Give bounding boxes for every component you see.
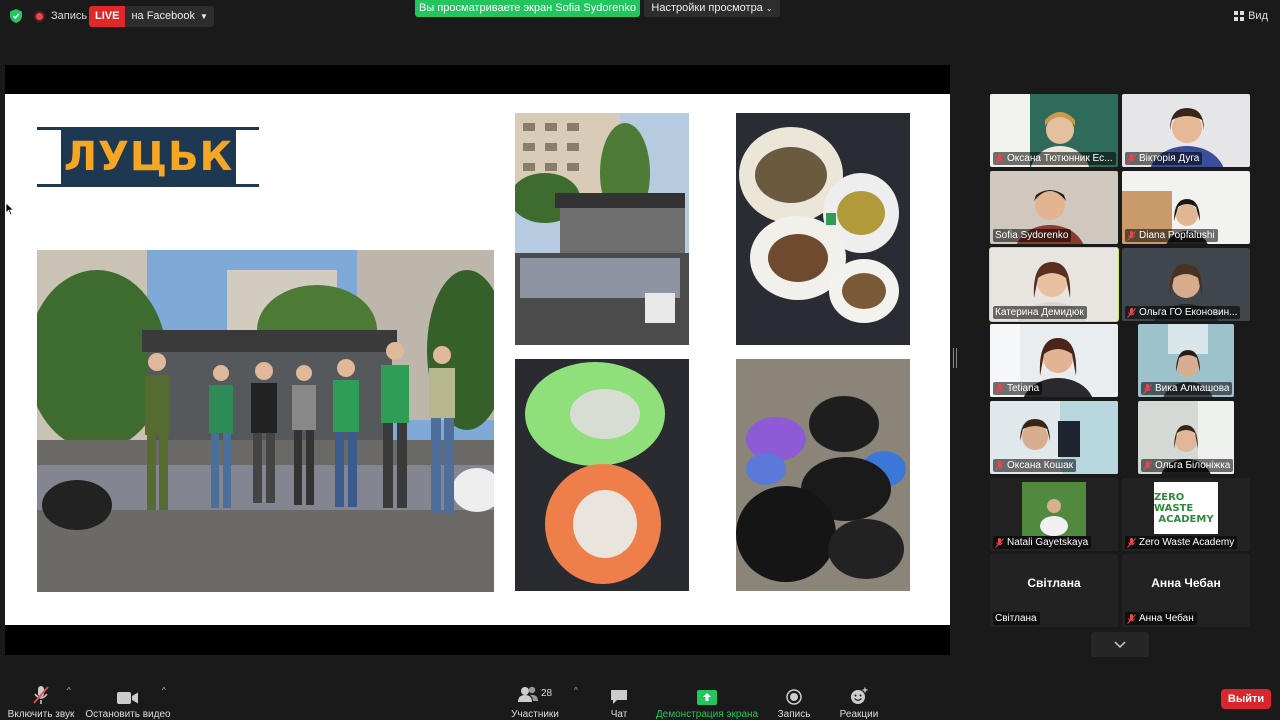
muted-mic-icon [1127, 537, 1136, 548]
share-screen-icon [697, 690, 717, 705]
chevron-down-icon: ▼ [200, 12, 208, 21]
muted-mic-icon [1127, 230, 1136, 241]
participant-name: Ольга Білонiжка [1141, 459, 1234, 472]
participants-button[interactable]: 28 Участники [510, 668, 560, 720]
live-target: на Facebook ▼ [125, 6, 214, 27]
splitter-handle[interactable] [953, 348, 957, 368]
smiley-add-icon [851, 687, 868, 704]
chat-bubble-icon [611, 690, 627, 704]
participant-tile[interactable]: Ольга ГО Еконовин... [1122, 248, 1250, 321]
muted-mic-icon [1143, 383, 1152, 394]
view-options-button[interactable]: Настройки просмотра ⌄ [644, 0, 780, 17]
participant-tile[interactable]: Sofia Sydorenko [990, 171, 1118, 244]
viewing-screen-banner: Вы просматриваете экран Sofia Sydorenko [415, 0, 640, 17]
video-options-caret-icon[interactable]: ^ [162, 686, 166, 695]
containers-photo [515, 113, 689, 345]
muted-mic-icon [1143, 460, 1152, 471]
participant-tile[interactable]: Світлана Світлана [990, 554, 1118, 627]
mouse-cursor-icon [6, 203, 14, 215]
shared-screen: ЛУЦЬК [5, 65, 950, 655]
share-screen-label: Демонстрация экрана [655, 709, 759, 720]
participant-tile[interactable]: Оксана Кошак [990, 401, 1118, 474]
participant-tile[interactable]: Natali Gayetskaya [990, 478, 1118, 551]
participant-name: Вика Алмашова [1141, 382, 1233, 395]
chat-label: Чат [610, 709, 628, 720]
black-bags-photo [736, 359, 910, 591]
muted-mic-icon [1127, 613, 1136, 624]
share-screen-button[interactable]: Демонстрация экрана [655, 668, 759, 720]
muted-mic-icon [1127, 307, 1136, 318]
participant-name: Tetiana [993, 382, 1043, 395]
muted-mic-icon [995, 537, 1004, 548]
participant-name: Вікторія Дуга [1125, 152, 1203, 165]
reactions-button[interactable]: Реакции [836, 668, 882, 720]
presentation-slide: ЛУЦЬК [5, 94, 950, 625]
participants-icon [517, 686, 538, 702]
participant-name: Оксана Тютюнник Ec... [993, 152, 1116, 165]
meeting-toolbar: Включить звук ^ Остановить видео ^ 28 Уч… [0, 668, 1280, 720]
participants-label: Участники [511, 709, 559, 720]
participant-name: Sofia Sydorenko [993, 229, 1072, 242]
participant-tile[interactable]: Анна Чебан Анна Чебан [1122, 554, 1250, 627]
participant-tile[interactable]: Tetiana [990, 324, 1118, 397]
plastic-bags-photo [515, 359, 689, 591]
participant-name: Анна Чебан [1125, 612, 1197, 625]
participant-name: Natali Gayetskaya [993, 536, 1092, 549]
participant-tile[interactable]: Вікторія Дуга [1122, 94, 1250, 167]
participant-tile[interactable]: Оксана Тютюнник Ec... [990, 94, 1118, 167]
recording-indicator[interactable]: Запись [34, 10, 87, 22]
gallery-next-page-button[interactable] [1091, 632, 1149, 657]
lutsk-title: ЛУЦЬК [61, 130, 236, 184]
zoom-meeting-window: Запись LIVE на Facebook ▼ Вы просматривае… [0, 0, 1280, 720]
reactions-label: Реакции [839, 709, 879, 720]
participant-display-name: Анна Чебан [1151, 576, 1221, 590]
participant-name: Ольга ГО Еконовин... [1125, 306, 1241, 319]
record-icon [786, 689, 802, 705]
security-shield-icon[interactable] [10, 9, 22, 23]
participant-tile-active-speaker[interactable]: Катерина Демидюк [989, 247, 1119, 322]
participant-tile[interactable]: Diana Popfalushi [1122, 171, 1250, 244]
record-label: Запись [51, 10, 88, 22]
stop-video-button[interactable]: Остановить видео [85, 668, 171, 720]
chevron-down-icon: ⌄ [765, 4, 773, 13]
participants-options-caret-icon[interactable]: ^ [574, 686, 578, 695]
unmute-label: Включить звук [7, 709, 75, 720]
top-bar: Запись LIVE на Facebook ▼ Вы просматривае… [0, 0, 1280, 34]
participant-name: Світлана [993, 612, 1040, 625]
record-label: Запись [777, 709, 811, 720]
stop-video-label: Остановить видео [85, 709, 171, 720]
zero-waste-academy-logo: ZERO WASTE ACADEMY [1154, 482, 1218, 534]
participant-tile[interactable]: ZERO WASTE ACADEMY Zero Waste Academy [1122, 478, 1250, 551]
participant-display-name: Світлана [1027, 576, 1081, 590]
participant-name: Zero Waste Academy [1125, 536, 1238, 549]
participants-count: 28 [540, 688, 553, 699]
chevron-down-icon [1114, 640, 1126, 648]
group-photo [37, 250, 494, 592]
participant-tile[interactable]: Вика Алмашова [1138, 324, 1234, 397]
organic-waste-photo [736, 113, 910, 345]
muted-mic-icon [1127, 153, 1136, 164]
audio-options-caret-icon[interactable]: ^ [67, 686, 71, 695]
participant-name: Катерина Демидюк [993, 306, 1087, 319]
muted-mic-icon [995, 153, 1004, 164]
view-label: Вид [1248, 10, 1268, 22]
participant-name: Оксана Кошак [993, 459, 1077, 472]
muted-mic-icon [995, 460, 1004, 471]
participant-tile[interactable]: Ольга Білонiжка [1138, 401, 1234, 474]
live-stream-button[interactable]: LIVE на Facebook ▼ [89, 6, 214, 27]
participant-name: Diana Popfalushi [1125, 229, 1218, 242]
video-camera-icon [117, 692, 138, 704]
view-button[interactable]: Вид [1234, 10, 1268, 22]
record-dot-icon [34, 10, 45, 22]
unmute-button[interactable]: Включить звук [8, 668, 74, 720]
record-button[interactable]: Запись [774, 668, 814, 720]
lutsk-logo: ЛУЦЬК [37, 127, 259, 187]
live-badge: LIVE [89, 6, 126, 27]
grid-icon [1234, 11, 1245, 21]
chat-button[interactable]: Чат [600, 668, 638, 720]
leave-meeting-button[interactable]: Выйти [1221, 689, 1271, 709]
muted-mic-icon [995, 383, 1004, 394]
muted-mic-icon [33, 686, 49, 704]
